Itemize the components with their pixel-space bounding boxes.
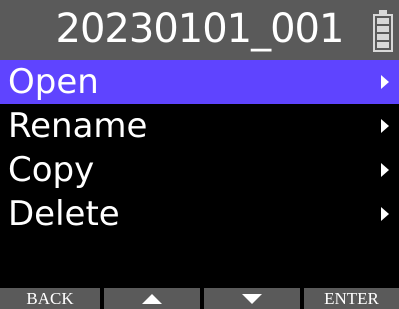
menu-item-rename[interactable]: Rename [0, 104, 399, 148]
chevron-right-icon [381, 75, 389, 89]
menu-item-open[interactable]: Open [0, 60, 399, 104]
triangle-down-icon [242, 294, 262, 304]
chevron-right-icon [381, 207, 389, 221]
menu-item-label: Rename [8, 106, 148, 146]
back-button[interactable]: BACK [0, 288, 100, 309]
file-name-title: 20230101_001 [55, 6, 345, 52]
battery-icon [373, 10, 393, 52]
menu-item-label: Open [8, 62, 99, 102]
file-options-menu: Open Rename Copy Delete [0, 60, 399, 236]
menu-item-label: Delete [8, 194, 120, 234]
triangle-up-icon [142, 294, 162, 304]
device-screen: 20230101_001 Open Rename Copy Delete BAC… [0, 0, 399, 309]
chevron-right-icon [381, 119, 389, 133]
chevron-right-icon [381, 163, 389, 177]
enter-button[interactable]: ENTER [304, 288, 399, 309]
menu-item-copy[interactable]: Copy [0, 148, 399, 192]
menu-item-delete[interactable]: Delete [0, 192, 399, 236]
up-button[interactable] [104, 288, 200, 309]
down-button[interactable] [204, 288, 300, 309]
title-bar: 20230101_001 [0, 0, 399, 60]
menu-item-label: Copy [8, 150, 95, 190]
softkey-bar: BACK ENTER [0, 288, 399, 309]
